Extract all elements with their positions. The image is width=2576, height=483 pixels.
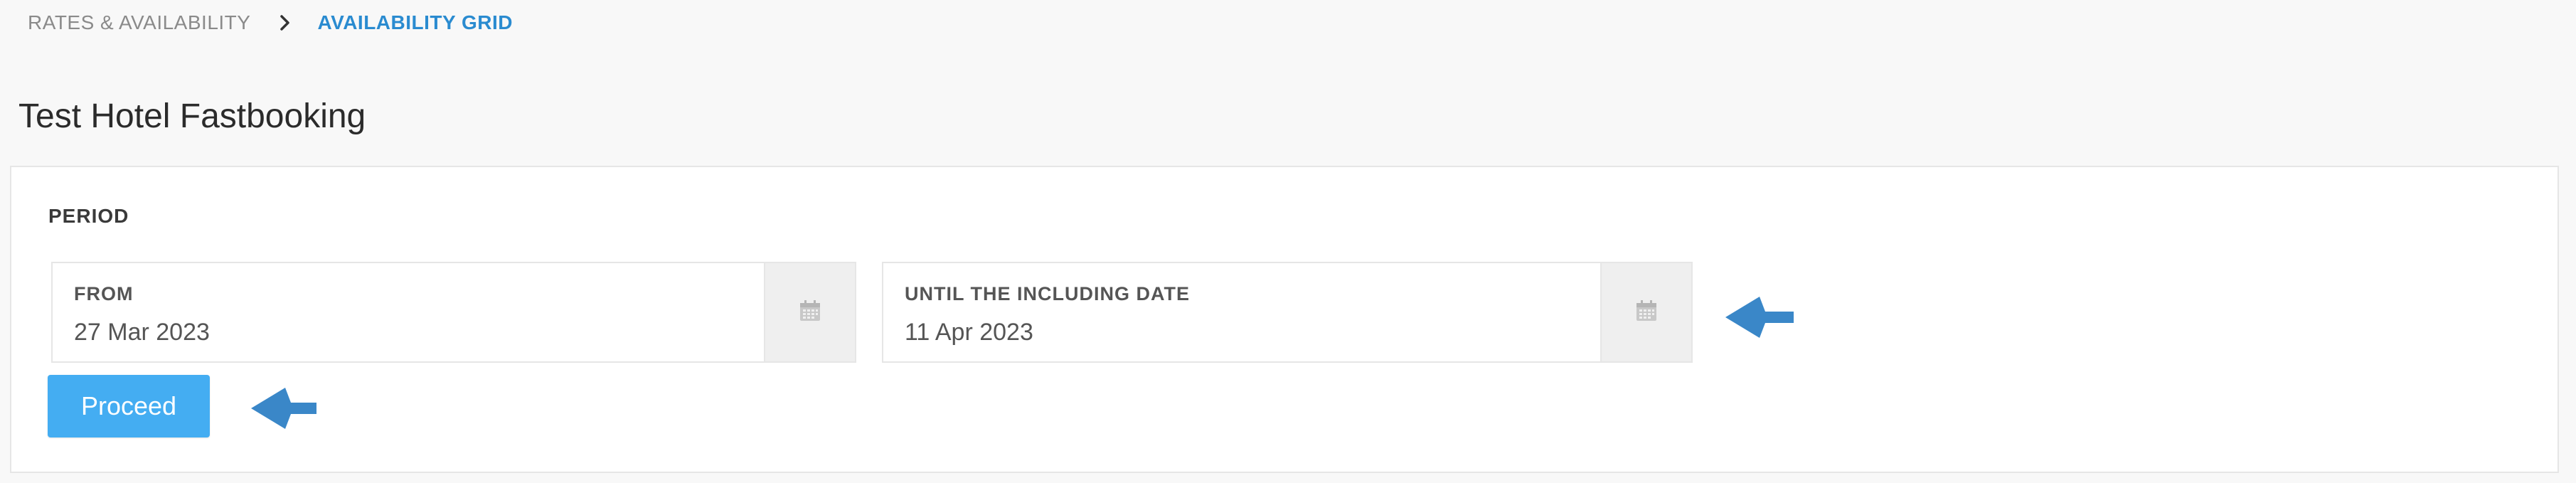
breadcrumb-rates-availability[interactable]: RATES & AVAILABILITY [28, 11, 250, 34]
arrow-left-icon [1725, 295, 1804, 343]
breadcrumb: RATES & AVAILABILITY AVAILABILITY GRID [28, 10, 513, 36]
until-label: UNTIL THE INCLUDING DATE [905, 283, 1190, 304]
until-calendar-button[interactable] [1600, 263, 1691, 361]
until-date-value[interactable]: 11 Apr 2023 [905, 319, 1033, 346]
chevron-right-icon [275, 10, 296, 36]
from-date-value[interactable]: 27 Mar 2023 [74, 319, 210, 346]
breadcrumb-availability-grid: AVAILABILITY GRID [317, 11, 513, 33]
period-label: PERIOD [48, 205, 129, 227]
arrow-left-icon [251, 386, 329, 434]
calendar-icon [1634, 299, 1659, 327]
from-calendar-button[interactable] [764, 263, 855, 361]
from-label: FROM [74, 283, 134, 304]
calendar-icon [798, 299, 822, 327]
period-panel: PERIOD FROM 27 Mar 2023 UNTIL THE INCLUD… [10, 166, 2559, 473]
until-date-field[interactable]: UNTIL THE INCLUDING DATE 11 Apr 2023 [882, 262, 1693, 363]
proceed-button[interactable]: Proceed [48, 375, 210, 437]
page-title: Test Hotel Fastbooking [18, 97, 366, 135]
from-date-field[interactable]: FROM 27 Mar 2023 [51, 262, 856, 363]
